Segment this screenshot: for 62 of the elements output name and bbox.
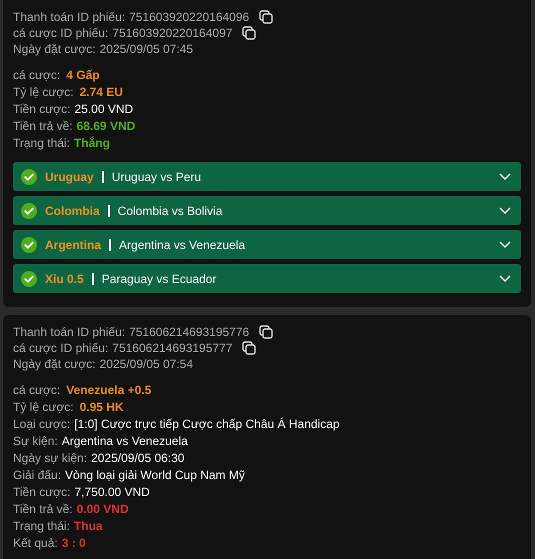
field-label: Ngày sự kiện:	[13, 450, 88, 464]
selection-row[interactable]: Xỉu 0.5 Paraguay vs Ecuador	[13, 264, 521, 293]
chevron-icon[interactable]	[499, 240, 511, 248]
chevron-icon[interactable]	[499, 172, 511, 180]
field-label: cá cược:	[13, 382, 60, 396]
copy-icon[interactable]	[242, 26, 256, 40]
field-value: 0.95 HK	[80, 400, 124, 414]
field-label: Trạng thái:	[13, 136, 70, 150]
field-value: 2025/09/05 07:45	[100, 42, 194, 56]
pick-label: Colombia	[45, 204, 100, 218]
field-label: Tiền trả về:	[13, 502, 73, 516]
pick-label: Argentina	[45, 238, 102, 252]
field-label: Trạng thái:	[13, 518, 70, 532]
field-label: Tỷ lệ cược:	[13, 84, 74, 98]
field-label: Ngày đặt cược:	[13, 357, 96, 371]
field-label: Thanh toán ID phiếu:	[13, 10, 126, 24]
pick-label: Xỉu 0.5	[45, 272, 84, 286]
field-label: Loại cược:	[13, 416, 70, 430]
selection-row[interactable]: Colombia Colombia vs Bolivia	[13, 196, 521, 225]
pick-label: Uruguay	[45, 170, 94, 184]
field-label: Tiền trả về:	[13, 118, 73, 132]
field-label: Tỷ lệ cược:	[13, 400, 74, 414]
field-value: 2025/09/05 06:30	[91, 450, 184, 464]
field-value: Thua	[74, 518, 103, 532]
field-value: 3 : 0	[62, 536, 86, 550]
match-name: Argentina vs Venezuela	[119, 238, 246, 252]
match-name: Paraguay vs Ecuador	[102, 272, 216, 286]
field-value: Venezuela +0.5	[66, 382, 152, 396]
field-label: Thanh toán ID phiếu:	[13, 325, 126, 339]
field-label: Ngày đặt cược:	[13, 42, 96, 56]
field-value: 2.74 EU	[80, 84, 123, 98]
field-label: Tiền cược:	[13, 102, 70, 116]
field-value: Thắng	[74, 136, 110, 150]
field-label: Tiền cược:	[13, 484, 70, 498]
chevron-icon[interactable]	[499, 206, 511, 214]
field-value: [1:0] Cược trực tiếp Cược chấp Châu Á Handicap	[74, 416, 340, 430]
field-label: Kết quả:	[13, 536, 58, 550]
chevron-icon[interactable]	[499, 274, 511, 282]
match-name: Uruguay vs Peru	[112, 170, 202, 184]
field-label: Giải đấu:	[13, 468, 62, 482]
copy-icon[interactable]	[259, 10, 274, 24]
field-value: 751603920220164096	[129, 10, 250, 24]
field-value: 7,750.00 VND	[74, 484, 150, 498]
field-label: Sự kiện:	[13, 434, 58, 448]
selection-row[interactable]: Uruguay Uruguay vs Peru	[13, 162, 521, 191]
field-value: 751606214693195777	[112, 341, 232, 355]
field-value: Vòng loại giải World Cup Nam Mỹ	[65, 468, 245, 482]
field-value: 0.00 VND	[76, 502, 129, 516]
field-value: 2025/09/05 07:54	[100, 357, 194, 371]
field-label: cá cược:	[13, 68, 60, 82]
selection-row[interactable]: Argentina Argentina vs Venezuela	[13, 230, 521, 259]
field-value: Argentina vs Venezuela	[62, 434, 188, 448]
copy-icon[interactable]	[242, 341, 256, 355]
field-label: cá cược ID phiếu:	[13, 341, 108, 355]
field-value: 751606214693195776	[129, 325, 250, 339]
field-value: 25.00 VND	[74, 102, 134, 116]
match-name: Colombia vs Bolivia	[118, 204, 222, 218]
field-value: 68.69 VND	[76, 118, 136, 132]
field-value: 751603920220164097	[112, 26, 232, 40]
copy-icon[interactable]	[259, 325, 274, 339]
field-label: cá cược ID phiếu:	[13, 26, 108, 40]
field-value: 4 Gấp	[66, 68, 100, 82]
